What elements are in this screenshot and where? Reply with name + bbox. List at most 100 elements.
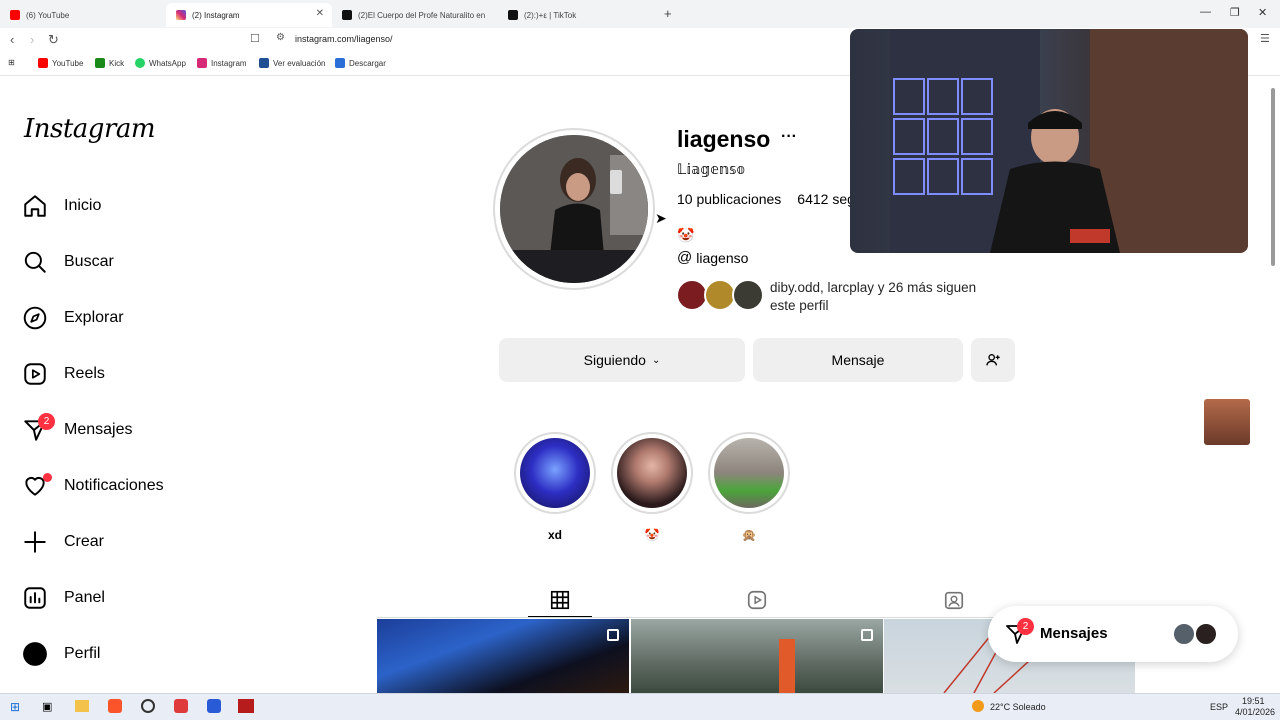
new-tab-button[interactable]: + <box>664 6 672 21</box>
webcam-feed <box>890 29 1248 253</box>
highlight-label: 🤡 <box>644 528 660 542</box>
highlight-label: xd <box>547 528 562 542</box>
avatar-icon <box>23 642 47 666</box>
profile-avatar[interactable] <box>500 135 648 283</box>
tab-label: (2) Instagram <box>192 10 240 20</box>
minimize-icon[interactable]: — <box>1200 6 1211 18</box>
sidebar-item-label: Panel <box>64 589 105 606</box>
sidebar-item-explorar[interactable]: Explorar <box>22 303 124 333</box>
following-button[interactable]: Siguiendo ⌄ <box>499 338 745 382</box>
highlight-image <box>520 438 590 508</box>
chart-icon <box>24 587 46 609</box>
reels-icon <box>747 590 767 610</box>
bookmark-kick[interactable]: Kick <box>95 58 124 68</box>
tab-instagram[interactable]: (2) Instagram ✕ <box>166 3 332 27</box>
app-icon[interactable] <box>141 699 155 713</box>
url-field[interactable]: instagram.com/liagenso/ <box>295 34 393 44</box>
compass-icon <box>23 306 47 330</box>
messages-dock-badge: 2 <box>1017 618 1034 635</box>
tab-tiktok-1[interactable]: (2)El Cuerpo del Profe Naturalito en <box>332 3 498 27</box>
tab-label: (6) YouTube <box>26 10 70 20</box>
posts-count: 10 publicaciones <box>677 191 782 207</box>
sidebar-item-inicio[interactable]: Inicio <box>22 191 101 221</box>
weather-icon <box>972 700 984 712</box>
app-icon[interactable] <box>207 699 221 713</box>
tab-tiktok-2[interactable]: (2):)+ε | TikTok <box>498 3 664 27</box>
bookmark-label: Instagram <box>211 58 247 68</box>
close-window-icon[interactable]: ✕ <box>1258 6 1267 19</box>
highlight-label: 🙊 <box>741 528 757 542</box>
clock-date[interactable]: 4/01/2026 <box>1235 707 1275 717</box>
app-icon[interactable] <box>238 699 254 713</box>
weather-text[interactable]: 22°C Soleado <box>990 702 1046 712</box>
sidebar-item-label: Crear <box>64 533 105 550</box>
sidebar-item-crear[interactable]: Crear <box>22 527 104 557</box>
restore-icon[interactable]: ❐ <box>1230 6 1240 19</box>
task-view-icon[interactable]: ▣ <box>42 700 52 713</box>
followed-by-text[interactable]: diby.odd, larcplay y 26 más siguen este … <box>770 279 1000 315</box>
tagged-icon <box>944 591 964 610</box>
message-button[interactable]: Mensaje <box>753 338 963 382</box>
sidebar-item-buscar[interactable]: Buscar <box>22 247 114 277</box>
bookmark-instagram[interactable]: Instagram <box>197 58 247 68</box>
highlight-clown[interactable]: 🤡 <box>611 432 693 542</box>
clock-time[interactable]: 19:51 <box>1242 696 1265 706</box>
highlight-monkey[interactable]: 🙊 <box>708 432 790 542</box>
profile-username: liagenso <box>677 126 771 152</box>
instagram-icon <box>176 10 186 20</box>
tab-posts[interactable] <box>542 582 578 618</box>
app-icon[interactable] <box>174 699 188 713</box>
tab-tagged[interactable] <box>936 582 972 618</box>
site-info-icon[interactable]: ⚙ <box>276 32 285 43</box>
post-detail <box>779 639 795 693</box>
tab-youtube[interactable]: (6) YouTube <box>0 3 166 27</box>
messages-dock[interactable]: 2 Mensajes <box>988 606 1238 662</box>
threads-link[interactable]: @ liagenso <box>677 249 748 266</box>
suggest-user-button[interactable] <box>971 338 1015 382</box>
language-indicator[interactable]: ESP <box>1210 702 1228 712</box>
sidebar-item-perfil[interactable]: Perfil <box>22 639 100 669</box>
sidebar-item-label: Buscar <box>64 253 114 270</box>
instagram-logo[interactable]: Instagram <box>24 114 156 144</box>
brave-browser-icon[interactable] <box>108 699 122 713</box>
highlight-image <box>714 438 784 508</box>
close-tab-icon[interactable]: ✕ <box>316 8 324 19</box>
sidebar-item-panel[interactable]: Panel <box>22 583 105 613</box>
carousel-icon <box>607 629 619 641</box>
youtube-icon <box>10 10 20 20</box>
sidebar-item-label: Explorar <box>64 309 124 326</box>
message-label: Mensaje <box>831 352 885 368</box>
bookmark-icon[interactable]: ☐ <box>250 32 260 45</box>
tab-label: (2):)+ε | TikTok <box>524 10 577 20</box>
highlight-ring <box>611 432 693 514</box>
more-options-icon[interactable]: ··· <box>781 128 797 146</box>
threads-icon: @ <box>677 249 693 266</box>
apps-icon[interactable]: ⊞ <box>8 58 15 67</box>
scrollbar[interactable] <box>1271 88 1275 266</box>
menu-icon[interactable]: ☰ <box>1260 32 1270 45</box>
back-icon[interactable]: ‹ <box>10 32 14 47</box>
forward-icon[interactable]: › <box>30 32 34 47</box>
post-thumbnail[interactable] <box>377 619 629 693</box>
bookmark-whatsapp[interactable]: WhatsApp <box>135 58 186 68</box>
messages-dock-label: Mensajes <box>1040 625 1108 642</box>
file-explorer-icon[interactable] <box>75 700 89 712</box>
avatar <box>1172 622 1196 646</box>
whatsapp-icon <box>135 58 145 68</box>
bookmark-label: Ver evaluación <box>273 58 326 68</box>
windows-start-icon[interactable]: ⊞ <box>10 700 20 714</box>
bookmark-youtube[interactable]: YouTube <box>38 58 83 68</box>
notification-dot <box>43 473 52 482</box>
sidebar-item-label: Reels <box>64 365 105 382</box>
download-icon <box>335 58 345 68</box>
bookmark-descargar[interactable]: Descargar <box>335 58 386 68</box>
tab-reels[interactable] <box>739 582 775 618</box>
post-thumbnail[interactable] <box>631 619 883 693</box>
bookmark-ver-evaluacion[interactable]: Ver evaluación <box>259 58 325 68</box>
followers-count[interactable]: 6412 seg <box>797 191 855 207</box>
reload-icon[interactable]: ↻ <box>48 32 59 48</box>
messages-badge: 2 <box>38 413 55 430</box>
grid-icon <box>550 590 570 610</box>
highlight-xd[interactable]: xd <box>514 432 596 542</box>
sidebar-item-reels[interactable]: Reels <box>22 359 105 389</box>
